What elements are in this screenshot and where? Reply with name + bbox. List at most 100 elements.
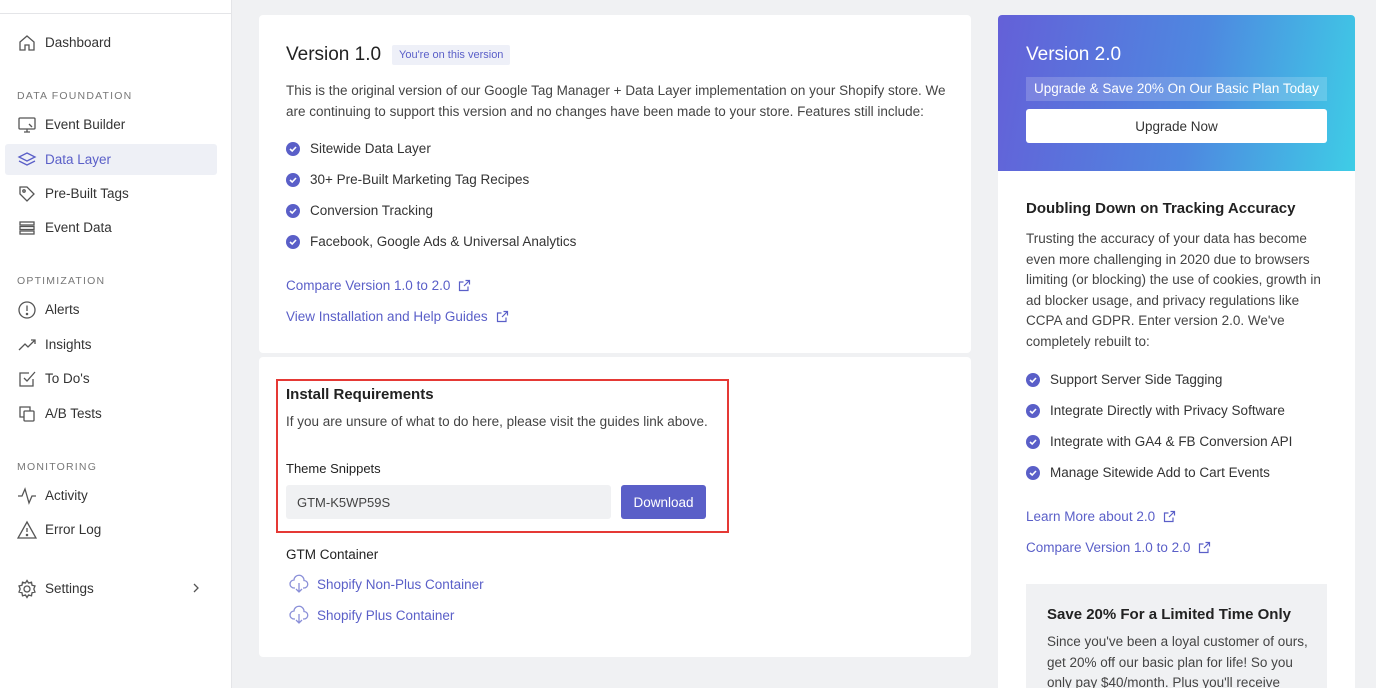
link-label: Learn More about 2.0 — [1026, 509, 1156, 524]
sidebar-item-todos[interactable]: To Do's — [5, 363, 217, 394]
alert-circle-icon — [17, 300, 37, 320]
install-title: Install Requirements — [286, 386, 434, 403]
version-1-card: Version 1.0 You're on this version This … — [259, 15, 971, 353]
divider — [0, 13, 231, 14]
sidebar-item-activity[interactable]: Activity — [5, 480, 217, 511]
layers-icon — [17, 150, 37, 170]
feature-label: Integrate Directly with Privacy Software — [1050, 403, 1285, 418]
cloud-download-icon — [289, 605, 309, 624]
feature-label: Conversion Tracking — [310, 203, 434, 218]
sidebar-item-label: To Do's — [45, 371, 90, 386]
feature-label: Facebook, Google Ads & Universal Analyti… — [310, 234, 577, 249]
sidebar-item-dashboard[interactable]: Dashboard — [5, 27, 217, 58]
chevron-right-icon — [193, 583, 199, 593]
feature-item: Integrate with GA4 & FB Conversion API — [1026, 434, 1292, 449]
list-icon — [17, 218, 37, 238]
version-1-title: Version 1.0 — [286, 44, 382, 65]
link-label: Compare Version 1.0 to 2.0 — [1026, 540, 1191, 555]
activity-icon — [17, 486, 37, 506]
feature-item: Support Server Side Tagging — [1026, 372, 1222, 387]
install-description: If you are unsure of what to do here, pl… — [286, 414, 708, 429]
section-label-optimization: OPTIMIZATION — [17, 275, 106, 287]
gear-icon — [17, 578, 37, 599]
external-link-icon — [1163, 510, 1176, 523]
version-2-description: Trusting the accuracy of your data has b… — [1026, 231, 1321, 349]
link-label: Shopify Plus Container — [317, 607, 455, 623]
check-icon — [286, 141, 300, 156]
warning-icon — [17, 520, 37, 540]
external-link-icon — [1199, 541, 1211, 554]
version-2-heading: Doubling Down on Tracking Accuracy — [1026, 200, 1296, 217]
external-link-icon — [459, 279, 471, 292]
check-icon — [286, 172, 300, 187]
sidebar-item-label: A/B Tests — [45, 406, 102, 421]
external-link-icon — [496, 310, 508, 323]
link-label: Shopify Non-Plus Container — [317, 576, 484, 592]
feature-label: Integrate with GA4 & FB Conversion API — [1050, 434, 1293, 449]
home-icon — [17, 33, 37, 53]
sidebar-item-label: Insights — [45, 337, 92, 352]
tag-icon — [17, 184, 37, 204]
limited-offer-box: Save 20% For a Limited Time Only Since y… — [1026, 584, 1327, 688]
sidebar-item-label: Activity — [45, 488, 88, 503]
trending-up-icon — [17, 335, 37, 355]
sidebar-item-alerts[interactable]: Alerts — [5, 294, 217, 325]
upgrade-now-button[interactable]: Upgrade Now — [1026, 109, 1327, 143]
version-2-header: Version 2.0 Upgrade & Save 20% On Our Ba… — [998, 15, 1355, 171]
link-label: Compare Version 1.0 to 2.0 — [286, 278, 451, 293]
copy-icon — [17, 404, 37, 424]
check-icon — [1026, 372, 1040, 387]
sidebar-item-label: Dashboard — [45, 35, 112, 50]
feature-label: Manage Sitewide Add to Cart Events — [1050, 465, 1270, 480]
compare-versions-link[interactable]: Compare Version 1.0 to 2.0 — [286, 278, 471, 293]
feature-item: 30+ Pre-Built Marketing Tag Recipes — [286, 172, 529, 187]
check-icon — [1026, 465, 1040, 480]
feature-label: 30+ Pre-Built Marketing Tag Recipes — [310, 172, 530, 187]
shopify-plus-container-link[interactable]: Shopify Plus Container — [289, 605, 454, 625]
cloud-download-icon — [289, 574, 309, 593]
feature-item: Facebook, Google Ads & Universal Analyti… — [286, 234, 576, 249]
sidebar-item-ab-tests[interactable]: A/B Tests — [5, 398, 217, 429]
install-requirements-card: Install Requirements If you are unsure o… — [259, 357, 971, 657]
feature-label: Sitewide Data Layer — [310, 141, 431, 156]
sidebar-item-event-data[interactable]: Event Data — [5, 212, 217, 243]
current-version-badge: You're on this version — [392, 45, 511, 65]
sidebar-item-label: Pre-Built Tags — [45, 186, 129, 201]
sidebar-item-label: Error Log — [45, 522, 102, 537]
download-button[interactable]: Download — [621, 485, 706, 519]
installation-guides-link[interactable]: View Installation and Help Guides — [286, 309, 509, 324]
sidebar: Dashboard DATA FOUNDATION Event Builder … — [0, 0, 232, 688]
sidebar-item-label: Event Data — [45, 220, 112, 235]
section-label-monitoring: MONITORING — [17, 461, 98, 473]
checkbox-icon — [17, 369, 37, 389]
sidebar-item-insights[interactable]: Insights — [5, 329, 217, 360]
sidebar-item-label: Alerts — [45, 302, 80, 317]
shopify-non-plus-container-link[interactable]: Shopify Non-Plus Container — [289, 574, 484, 594]
theme-snippets-label: Theme Snippets — [286, 461, 381, 476]
feature-item: Conversion Tracking — [286, 203, 433, 218]
sidebar-item-pre-built-tags[interactable]: Pre-Built Tags — [5, 178, 217, 209]
link-label: View Installation and Help Guides — [286, 309, 488, 324]
feature-item: Sitewide Data Layer — [286, 141, 431, 156]
feature-label: Support Server Side Tagging — [1050, 372, 1223, 387]
sidebar-item-error-log[interactable]: Error Log — [5, 514, 217, 545]
sidebar-item-settings[interactable]: Settings — [5, 573, 217, 604]
gtm-id-field[interactable] — [286, 485, 611, 519]
monitor-icon — [17, 115, 37, 135]
sidebar-item-data-layer[interactable]: Data Layer — [5, 144, 217, 175]
feature-item: Manage Sitewide Add to Cart Events — [1026, 465, 1270, 480]
sidebar-item-label: Event Builder — [45, 117, 126, 132]
feature-item: Integrate Directly with Privacy Software — [1026, 403, 1285, 418]
check-icon — [1026, 403, 1040, 418]
section-label-data-foundation: DATA FOUNDATION — [17, 90, 133, 102]
sidebar-item-event-builder[interactable]: Event Builder — [5, 109, 217, 140]
check-icon — [286, 203, 300, 218]
check-icon — [1026, 434, 1040, 449]
version-2-card: Version 2.0 Upgrade & Save 20% On Our Ba… — [998, 15, 1355, 688]
sidebar-item-label: Data Layer — [45, 152, 112, 167]
compare-versions-link[interactable]: Compare Version 1.0 to 2.0 — [1026, 540, 1211, 555]
gtm-container-label: GTM Container — [286, 547, 379, 562]
learn-more-link[interactable]: Learn More about 2.0 — [1026, 509, 1176, 524]
limited-offer-title: Save 20% For a Limited Time Only — [1047, 606, 1291, 623]
limited-offer-text: Since you've been a loyal customer of ou… — [1047, 634, 1308, 688]
